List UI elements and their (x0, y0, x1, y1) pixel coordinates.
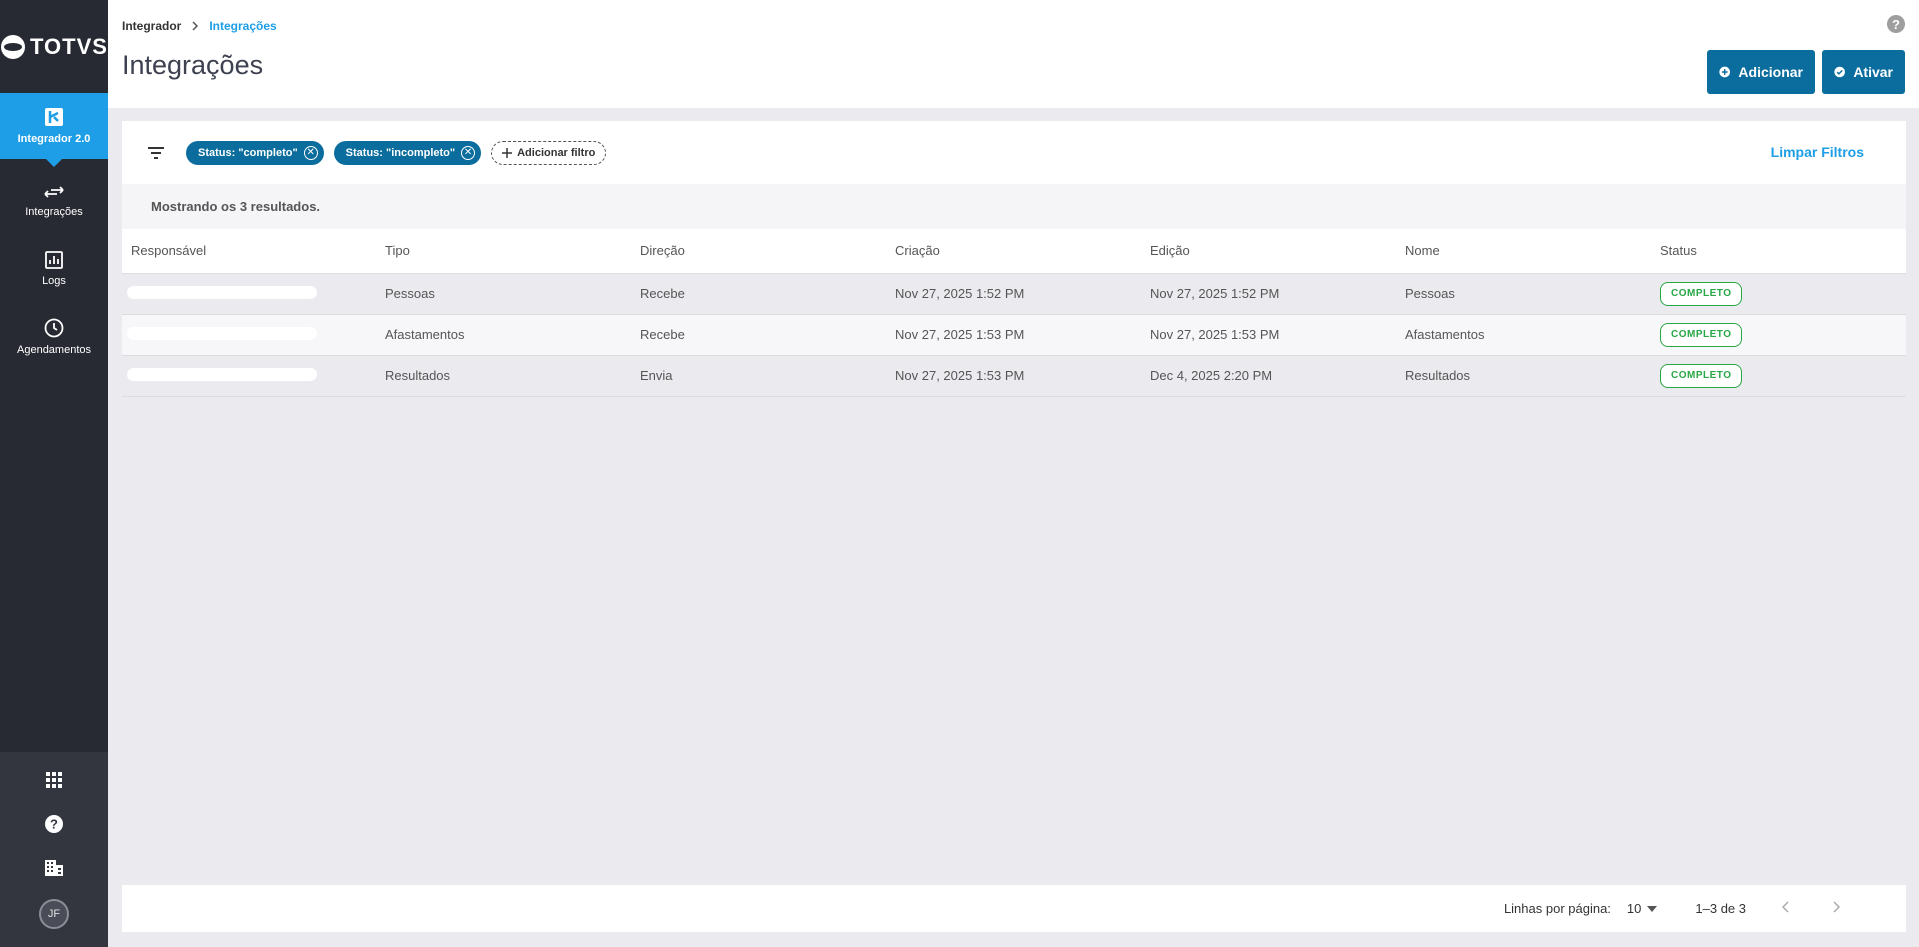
column-header[interactable]: Responsável (122, 229, 376, 274)
table-row[interactable]: Afastamentos Recebe Nov 27, 2025 1:53 PM… (122, 314, 1906, 356)
cell-tipo: Afastamentos (376, 314, 631, 356)
totvs-logo[interactable]: TOTVS (0, 0, 108, 93)
chevron-right-icon (1833, 900, 1841, 913)
column-header[interactable]: Edição (1141, 229, 1396, 274)
cell-criacao: Nov 27, 2025 1:53 PM (886, 314, 1141, 356)
cell-edicao: Nov 27, 2025 1:53 PM (1141, 314, 1396, 356)
add-filter-button[interactable]: Adicionar filtro (491, 140, 607, 165)
add-filter-label: Adicionar filtro (517, 146, 596, 159)
cell-criacao: Nov 27, 2025 1:52 PM (886, 273, 1141, 315)
table-header-row: Responsável Tipo Direção Criação Edição … (122, 229, 1906, 274)
filter-bar: Status: "completo" ✕ Status: "incompleto… (122, 121, 1906, 184)
help-icon[interactable]: ? (1887, 15, 1905, 33)
sidebar-item-logs[interactable]: Logs (0, 235, 108, 303)
table-row[interactable]: Pessoas Recebe Nov 27, 2025 1:52 PM Nov … (122, 273, 1906, 315)
integrations-panel: Status: "completo" ✕ Status: "incompleto… (122, 121, 1906, 886)
cell-direcao: Recebe (631, 314, 886, 356)
status-badge: COMPLETO (1660, 281, 1743, 306)
sidebar: TOTVS Integrador 2.0 Integrações Logs Ag… (0, 0, 108, 947)
status-badge: COMPLETO (1660, 363, 1743, 388)
cell-status: COMPLETO (1651, 273, 1906, 315)
cell-nome: Resultados (1396, 355, 1651, 397)
chevron-left-icon (1781, 900, 1789, 913)
activate-button[interactable]: Ativar (1822, 50, 1905, 94)
chevron-right-icon (192, 21, 199, 31)
redacted-value (127, 367, 317, 381)
svg-text:?: ? (50, 817, 58, 832)
sidebar-item-label: Integrador 2.0 (17, 133, 91, 145)
clear-filters-button[interactable]: Limpar Filtros (1771, 144, 1864, 160)
column-header[interactable]: Direção (631, 229, 886, 274)
plus-icon (502, 147, 513, 158)
cell-status: COMPLETO (1651, 355, 1906, 397)
caret-down-icon (1647, 905, 1658, 912)
table-row[interactable]: Resultados Envia Nov 27, 2025 1:53 PM De… (122, 355, 1906, 397)
sidebar-item-integrador[interactable]: Integrador 2.0 (0, 93, 108, 159)
sidebar-item-label: Integrações (25, 206, 83, 218)
sidebar-item-integracoes[interactable]: Integrações (0, 167, 108, 235)
column-header[interactable]: Criação (886, 229, 1141, 274)
rows-per-page-select[interactable]: 10 (1626, 901, 1658, 916)
cell-direcao: Recebe (631, 273, 886, 315)
cell-responsavel (122, 273, 376, 315)
column-header[interactable]: Nome (1396, 229, 1651, 274)
cell-nome: Afastamentos (1396, 314, 1651, 356)
column-header[interactable]: Status (1651, 229, 1906, 274)
filter-chip-completo[interactable]: Status: "completo" ✕ (186, 140, 324, 165)
pagination-bar: Linhas por página: 10 1–3 de 3 (122, 885, 1906, 932)
add-button-label: Adicionar (1738, 64, 1803, 80)
page-header: Integrador Integrações Integrações ? Adi… (108, 0, 1919, 108)
filter-chip-incompleto[interactable]: Status: "incompleto" ✕ (333, 140, 482, 165)
cell-edicao: Dec 4, 2025 2:20 PM (1141, 355, 1396, 397)
results-count: Mostrando os 3 resultados. (122, 184, 1906, 229)
cell-nome: Pessoas (1396, 273, 1651, 315)
cell-responsavel (122, 314, 376, 356)
cell-responsavel (122, 355, 376, 397)
remove-filter-icon[interactable]: ✕ (461, 145, 476, 160)
cell-tipo: Pessoas (376, 273, 631, 315)
sidebar-bottom: ? JF (0, 752, 108, 947)
page-title: Integrações (122, 50, 264, 80)
avatar[interactable]: JF (39, 899, 69, 929)
sidebar-item-label: Agendamentos (17, 344, 91, 356)
totvs-logo-icon (1, 34, 26, 59)
apps-grid-icon[interactable] (41, 767, 67, 793)
redacted-value (127, 326, 317, 340)
redacted-value (127, 285, 317, 299)
remove-filter-icon[interactable]: ✕ (303, 145, 318, 160)
cell-status: COMPLETO (1651, 314, 1906, 356)
sidebar-item-agendamentos[interactable]: Agendamentos (0, 303, 108, 371)
column-header[interactable]: Tipo (376, 229, 631, 274)
integrator-icon (45, 108, 63, 126)
plus-circle-icon (1719, 66, 1731, 78)
status-badge: COMPLETO (1660, 322, 1743, 347)
cell-direcao: Envia (631, 355, 886, 397)
filter-icon[interactable] (144, 146, 168, 160)
clock-icon (44, 318, 64, 338)
sidebar-item-label: Logs (42, 275, 66, 287)
cell-criacao: Nov 27, 2025 1:53 PM (886, 355, 1141, 397)
rows-per-page-value: 10 (1626, 901, 1642, 916)
chart-icon (45, 251, 63, 269)
breadcrumb: Integrador Integrações (122, 19, 277, 33)
filter-chip-label: Status: "incompleto" (345, 146, 456, 159)
cell-edicao: Nov 27, 2025 1:52 PM (1141, 273, 1396, 315)
filter-chip-label: Status: "completo" (198, 146, 298, 159)
rows-per-page-label: Linhas por página: (1503, 901, 1611, 916)
next-page-button[interactable] (1826, 900, 1846, 918)
building-icon[interactable] (41, 855, 67, 881)
breadcrumb-parent[interactable]: Integrador (122, 19, 181, 33)
check-circle-icon (1834, 66, 1845, 78)
arrows-swap-icon (44, 186, 64, 198)
breadcrumb-current: Integrações (209, 19, 277, 33)
previous-page-button[interactable] (1776, 900, 1796, 918)
help-icon[interactable]: ? (41, 811, 67, 837)
activate-button-label: Ativar (1853, 64, 1893, 80)
pagination-range: 1–3 de 3 (1695, 901, 1746, 916)
integrations-table: Responsável Tipo Direção Criação Edição … (122, 229, 1906, 397)
add-button[interactable]: Adicionar (1707, 50, 1815, 94)
cell-tipo: Resultados (376, 355, 631, 397)
brand-name: TOTVS (30, 33, 108, 59)
